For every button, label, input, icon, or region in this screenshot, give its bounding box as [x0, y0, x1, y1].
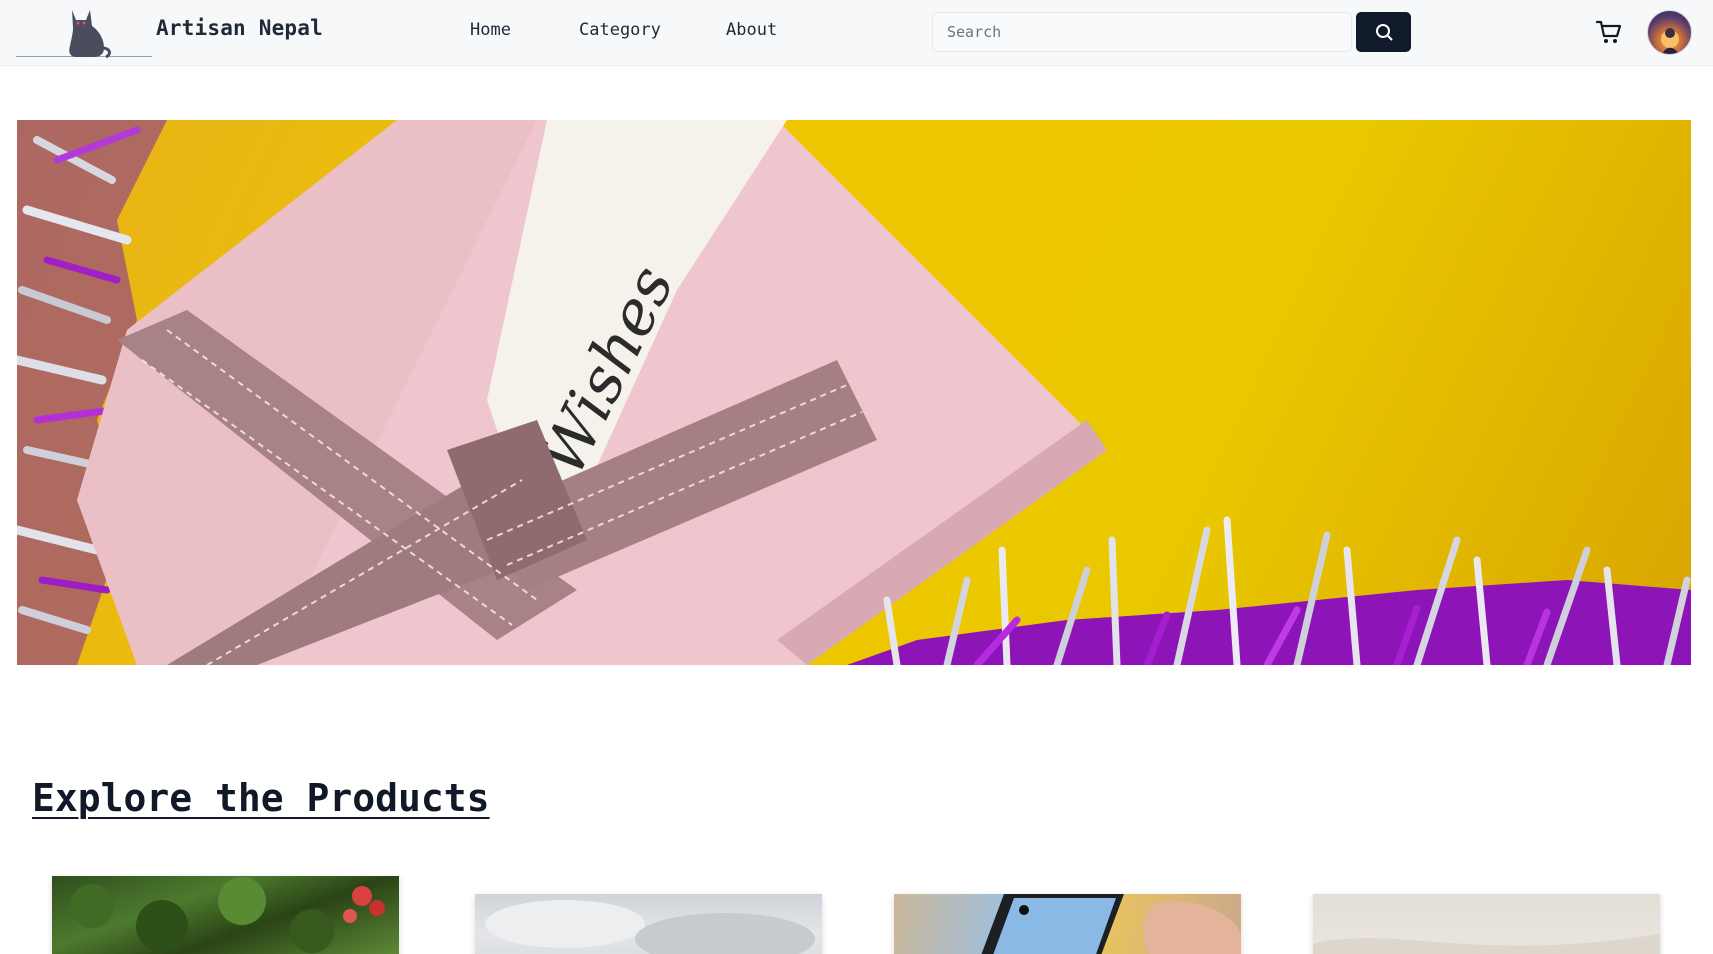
- product-image: [485, 900, 815, 954]
- product-image: [981, 894, 1241, 954]
- brand-name[interactable]: Artisan Nepal: [156, 16, 323, 40]
- logo-link[interactable]: [16, 0, 152, 58]
- cart-icon: [1595, 20, 1622, 43]
- hero-banner[interactable]: Wishes: [17, 120, 1691, 665]
- user-avatar[interactable]: [1647, 10, 1692, 55]
- search-button[interactable]: [1356, 12, 1411, 52]
- top-navbar: Artisan Nepal Home Category About: [0, 0, 1713, 66]
- nav-about[interactable]: About: [726, 20, 777, 40]
- search-icon: [1375, 24, 1392, 41]
- cart-button[interactable]: [1594, 17, 1624, 47]
- product-card[interactable]: [894, 894, 1241, 954]
- product-image: [70, 877, 385, 953]
- hero-gift-image: Wishes: [17, 120, 1691, 665]
- cat-logo-icon: [69, 10, 111, 58]
- product-image: [1313, 934, 1660, 954]
- avatar-image: [1661, 28, 1679, 54]
- nav-home[interactable]: Home: [470, 20, 511, 40]
- product-card[interactable]: [52, 876, 399, 954]
- section-title: Explore the Products: [32, 776, 490, 820]
- product-card[interactable]: [1313, 894, 1660, 954]
- nav-category[interactable]: Category: [579, 20, 661, 40]
- search-input[interactable]: [932, 12, 1352, 52]
- product-card[interactable]: [475, 894, 822, 954]
